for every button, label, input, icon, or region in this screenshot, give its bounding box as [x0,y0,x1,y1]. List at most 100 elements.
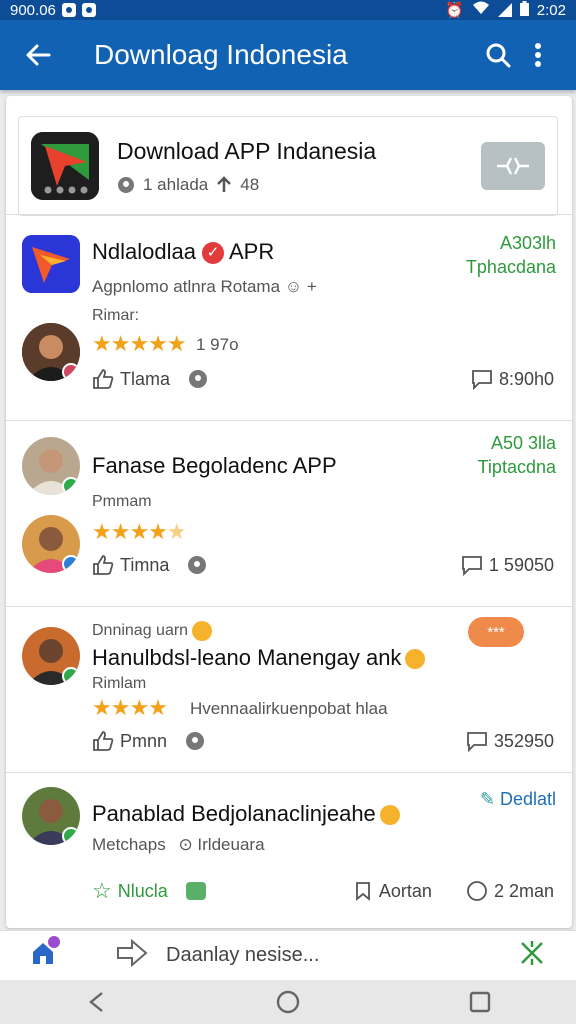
rating-stars: ★★★★★ [92,331,187,356]
status-time-left: 900.06 [10,1,56,19]
app-meta: 1 ahlada 48 [117,175,481,195]
nav-home-button[interactable] [268,982,308,1022]
location-pin-icon [118,176,134,193]
comments-button[interactable]: 8:90h0 [471,368,554,390]
app-header-card[interactable]: Download APP Indanesia 1 ahlada 48 [18,116,558,216]
location-icon [188,556,207,574]
comment-icon [472,370,492,390]
list-item[interactable]: Panablad Bedjolanaclinjeahe Metchaps ⊙ I… [6,772,572,928]
post-title: Hanulbdsl-leano Manengay ank [92,645,426,671]
list-item[interactable]: Ndlalodlaa ✓ APR Agpnlomo atlnra Rotama … [6,214,572,420]
list-item[interactable]: Dnninag uarn Hanulbdsl-leano Manengay an… [6,606,572,772]
smile-emoji-icon [192,621,213,641]
wifi-icon [472,1,490,19]
header-action-button[interactable] [481,142,545,190]
online-badge [62,827,80,845]
home-circle-icon [276,990,300,1014]
location-icon [189,370,208,388]
comment-icon [462,556,482,576]
rating-stars: ★★★★ [92,695,168,720]
post-actions: Pmnn 352950 [92,727,554,755]
location-icon [186,732,205,750]
comments-button[interactable]: 2 2man [466,880,554,902]
rating-stars: ★★★★★ [92,519,187,544]
verified-icon: ✓ [202,242,225,265]
comments-button[interactable]: 1 59050 [461,554,554,576]
thumbs-up-icon [93,555,114,575]
list-item[interactable]: Fanase Begoladenc APP Pmmam ★★★★★ A50 3l… [6,420,572,606]
notification-icon-2 [81,3,96,17]
post-actions: Tlama 8:90h0 [92,365,554,393]
post-title: Fanase Begoladenc APP [92,453,337,478]
share-button[interactable] [518,939,546,972]
online-badge [62,477,80,495]
check-circle-icon: ⊙ [178,835,193,854]
status-time-right: 2:02 [536,1,566,19]
forward-arrow-icon [116,938,148,972]
post-side-info: A50 3lla Tiptacdna [477,433,556,477]
more-vert-icon [535,43,541,67]
comment-icon [467,732,487,752]
plus-icon: + [306,277,317,296]
share-icon [521,941,543,965]
app-meta-label: 1 ahlada [143,174,209,194]
compose-input[interactable]: Daanlay nesise... [166,944,518,967]
like-button[interactable]: Pmnn [92,730,167,752]
system-nav-bar [0,980,576,1024]
emoji-button[interactable] [185,882,206,900]
page-title: Downloag Indonesia [94,39,348,70]
post-subtitle: Metchaps ⊙ Irldeuara [92,835,265,854]
like-button[interactable]: Timna [92,554,169,576]
location-button[interactable] [188,369,208,389]
more-options-button[interactable] [518,35,558,75]
smile-emoji-icon [379,805,400,826]
comment-icon [467,881,487,901]
search-icon [486,43,511,68]
post-actions: Timna 1 59050 [92,551,554,579]
post-title: Panablad Bedjolanaclinjeahe [92,801,400,827]
back-button[interactable] [18,35,58,75]
pencil-icon: ✎ [479,789,495,809]
post-app-icon [22,235,80,293]
post-label: Pmmam [92,493,152,510]
feed-container: Download APP Indanesia 1 ahlada 48 Ndlal… [6,96,572,928]
notification-dot-icon [48,936,60,948]
post-subtitle: Agpnlomo atlnra Rotama ☺ + [92,277,317,296]
nav-back-button[interactable] [76,982,116,1022]
search-button[interactable] [478,35,518,75]
emoji-icon [185,882,206,900]
upload-icon [217,175,232,192]
star-outline-icon: ☆ [92,878,112,903]
messenger-badge [62,555,80,573]
avatar [22,627,80,685]
home-button[interactable] [30,936,60,971]
bookmark-button[interactable]: Aortan [353,881,432,902]
avatar [22,323,80,381]
app-bar: Downloag Indonesia [0,20,576,90]
signal-icon [497,3,512,17]
favorite-button[interactable]: ☆ Nlucla [92,878,168,904]
thumbs-up-icon [93,369,114,389]
status-bar: 900.06 ⏰ 2:02 [0,0,576,20]
smile-emoji-icon [405,649,426,670]
like-button[interactable]: Tlama [92,368,170,390]
location-button[interactable] [187,555,207,575]
location-button[interactable] [185,731,205,751]
reaction-pill[interactable]: *** [468,617,524,647]
comments-button[interactable]: 352950 [466,730,554,752]
battery-icon [519,0,529,20]
notification-icon [61,3,76,17]
post-kicker: Dnninag uarn [92,621,213,641]
nav-recents-button[interactable] [460,982,500,1022]
post-actions: ☆ Nlucla Aortan 2 2man [92,877,554,905]
post-side-info: A303lh Tphacdana [465,233,556,277]
online-badge [62,667,80,685]
bookmark-icon [356,882,370,901]
rating-text: 1 97o [196,335,239,354]
avatar [22,787,80,845]
app-title: Download APP Indanesia [117,137,377,164]
post-side-info: ✎ Dedlatl [479,789,556,809]
app-meta-count: 48 [240,174,260,194]
alarm-icon: ⏰ [445,2,464,19]
post-review: Hvennaalirkuenpobat hlaa [190,699,388,718]
